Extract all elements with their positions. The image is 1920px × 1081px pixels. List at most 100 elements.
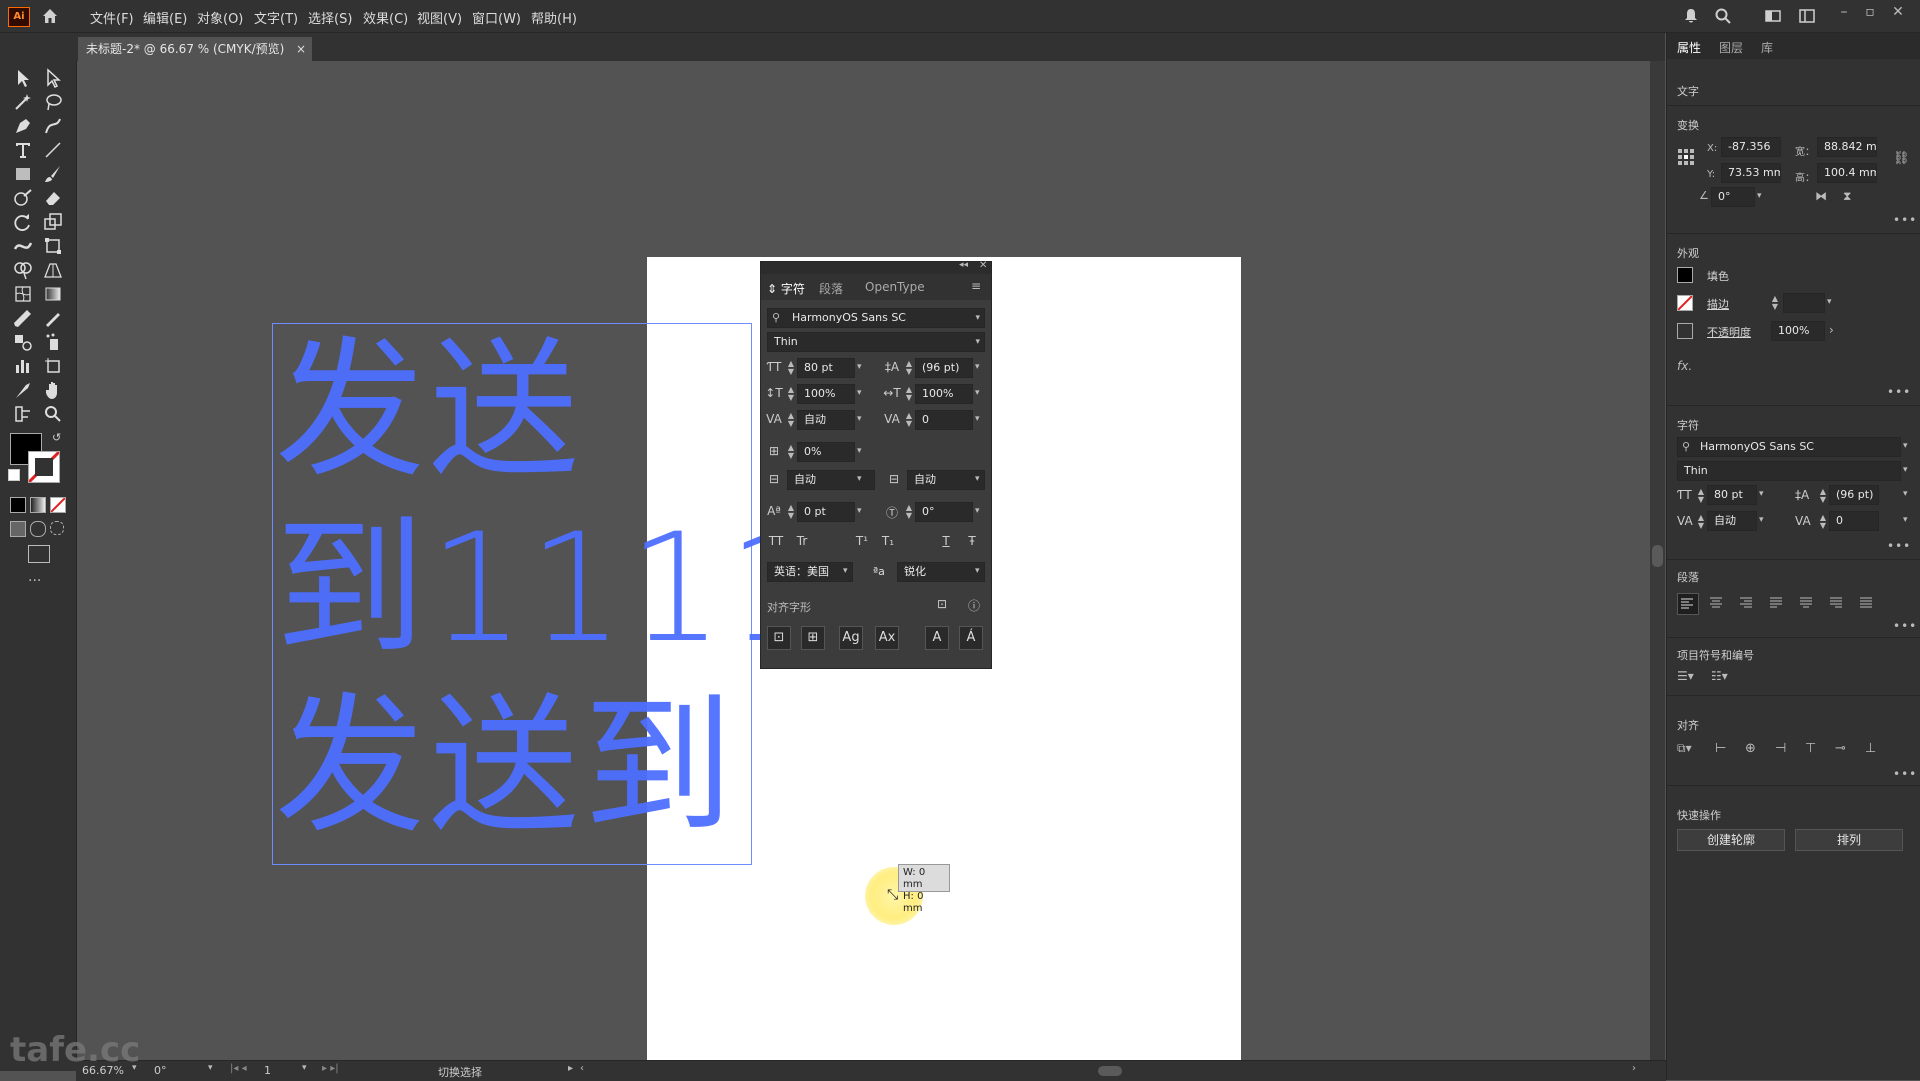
hand-tool-icon[interactable]	[42, 379, 64, 401]
chevron-down-icon[interactable]: ▾	[1827, 297, 1837, 307]
font-family-field[interactable]: ⚲ HarmonyOS Sans SC ▾	[767, 308, 985, 328]
chevron-down-icon[interactable]: ▾	[857, 362, 867, 372]
glyph-settings-icon[interactable]: ⊡	[933, 597, 951, 613]
right-font-size-stepper[interactable]: ▲ ▼	[1697, 488, 1705, 504]
chevron-down-icon[interactable]: ▾	[1903, 489, 1913, 499]
justify-left-button[interactable]	[1767, 593, 1787, 613]
chevron-down-icon[interactable]: ▾	[975, 566, 985, 576]
chevron-down-icon[interactable]: ▾	[1759, 489, 1769, 499]
baseline-stepper[interactable]: ▲ ▼	[787, 504, 795, 520]
line-tool-icon[interactable]	[42, 139, 64, 161]
stroke-color-swatch[interactable]	[1677, 295, 1693, 311]
align-right-button[interactable]	[1737, 593, 1757, 613]
status-menu-arrow-icon[interactable]: ▸	[568, 1063, 573, 1074]
scroll-left-icon[interactable]: ‹	[580, 1063, 584, 1074]
blend-tool-icon[interactable]	[12, 331, 34, 353]
menu-select[interactable]: 选择(S)	[308, 8, 352, 27]
column-graph-tool-icon[interactable]	[12, 355, 34, 377]
tab-layers[interactable]: 图层	[1719, 39, 1743, 56]
chevron-down-icon[interactable]: ▾	[1903, 515, 1913, 525]
chevron-down-icon[interactable]: ▾	[975, 309, 980, 327]
draw-normal-icon[interactable]	[10, 521, 26, 537]
draw-inside-icon[interactable]	[50, 521, 64, 535]
print-tiling-tool-icon[interactable]	[12, 403, 34, 425]
rotate-tool-icon[interactable]	[12, 211, 34, 233]
menu-view[interactable]: 视图(V)	[417, 8, 462, 27]
chevron-down-icon[interactable]: ▾	[302, 1063, 307, 1073]
tab-paragraph[interactable]: 段落	[819, 280, 843, 297]
direct-selection-tool-icon[interactable]	[42, 67, 64, 89]
chevron-down-icon[interactable]: ▾	[975, 388, 985, 398]
create-outlines-button[interactable]: 创建轮廓	[1677, 829, 1785, 851]
curvature-tool-icon[interactable]	[42, 115, 64, 137]
align-left-objects-icon[interactable]: ⊢	[1715, 741, 1726, 756]
kerning-field[interactable]: 自动	[797, 410, 855, 430]
last-artboard-icon[interactable]: ▸ ▸|	[322, 1063, 339, 1074]
vertical-scroll-thumb[interactable]	[1652, 545, 1663, 567]
horizontal-scale-stepper[interactable]: ▲ ▼	[905, 386, 913, 402]
underline-button[interactable]: T	[937, 534, 955, 550]
chevron-down-icon[interactable]: ▾	[1759, 515, 1769, 525]
small-caps-button[interactable]: Tr	[793, 534, 811, 550]
type-tool-icon[interactable]	[12, 139, 34, 161]
right-leading-stepper[interactable]: ▲ ▼	[1819, 488, 1827, 504]
antialias-select[interactable]: 锐化	[897, 562, 985, 582]
home-icon[interactable]	[40, 6, 60, 26]
x-field[interactable]: -87.356	[1721, 137, 1781, 157]
more-options-icon[interactable]: •••	[1887, 385, 1911, 399]
arrange-icon[interactable]	[1798, 7, 1816, 25]
rotation-stepper[interactable]: ▲ ▼	[905, 504, 913, 520]
shaper-tool-icon[interactable]	[12, 187, 34, 209]
leading-field[interactable]: (96 pt)	[915, 358, 973, 378]
tab-properties[interactable]: 属性	[1677, 39, 1701, 56]
eraser-tool-icon[interactable]	[42, 187, 64, 209]
right-font-family-field[interactable]: ⚲ HarmonyOS Sans SC	[1677, 437, 1901, 457]
scale-tool-icon[interactable]	[42, 211, 64, 233]
align-to-icon[interactable]: ⧉▾	[1677, 741, 1692, 756]
menu-effect[interactable]: 效果(C)	[363, 8, 408, 27]
bullet-list-icon[interactable]: ☰▾	[1677, 669, 1694, 683]
horizontal-scroll-thumb[interactable]	[1098, 1066, 1122, 1076]
scroll-right-icon[interactable]: ›	[1632, 1063, 1636, 1074]
snap-baseline-button[interactable]: ⊡	[767, 626, 791, 650]
chevron-down-icon[interactable]: ▾	[975, 362, 985, 372]
more-tools-icon[interactable]: ···	[28, 573, 41, 589]
opacity-field[interactable]: 100%	[1771, 321, 1825, 341]
y-field[interactable]: 73.53 mm	[1721, 163, 1781, 183]
horizontal-scale-field[interactable]: 100%	[915, 384, 973, 404]
superscript-button[interactable]: T¹	[853, 534, 871, 550]
all-caps-button[interactable]: TT	[767, 534, 785, 550]
panel-header[interactable]: ◂◂ ✕	[761, 260, 991, 274]
symbol-sprayer-tool-icon[interactable]	[42, 331, 64, 353]
perspective-grid-tool-icon[interactable]	[42, 259, 64, 281]
chevron-down-icon[interactable]: ▾	[208, 1063, 213, 1073]
snap-xheight-button[interactable]: ⊞	[801, 626, 825, 650]
vertical-scale-stepper[interactable]: ▲ ▼	[787, 386, 795, 402]
font-size-field[interactable]: 80 pt	[797, 358, 855, 378]
font-style-field[interactable]: Thin ▾	[767, 332, 985, 352]
draw-behind-icon[interactable]	[30, 521, 46, 537]
menu-edit[interactable]: 编辑(E)	[143, 8, 187, 27]
workspace-icon[interactable]	[1764, 7, 1782, 25]
align-hcenter-objects-icon[interactable]: ⊕	[1745, 741, 1756, 756]
language-select[interactable]: 英语：美国	[767, 562, 853, 582]
tsume-field[interactable]: 0%	[797, 442, 855, 462]
tab-libraries[interactable]: 库	[1761, 39, 1773, 56]
menu-window[interactable]: 窗口(W)	[472, 8, 521, 27]
fx-icon[interactable]: fx.	[1677, 359, 1692, 373]
chevron-down-icon[interactable]: ▾	[843, 566, 853, 576]
opacity-label[interactable]: 不透明度	[1707, 324, 1751, 340]
chevron-down-icon[interactable]: ▾	[975, 333, 980, 351]
chevron-down-icon[interactable]: ▾	[1903, 441, 1913, 451]
right-kerning-stepper[interactable]: ▲ ▼	[1697, 514, 1705, 530]
snap-anchor-button[interactable]: Á	[959, 626, 983, 650]
right-tracking-stepper[interactable]: ▲ ▼	[1819, 514, 1827, 530]
rotation-field[interactable]: 0°	[915, 502, 973, 522]
right-leading-field[interactable]: (96 pt)	[1829, 485, 1879, 505]
chevron-down-icon[interactable]: ▾	[857, 506, 867, 516]
chevron-down-icon[interactable]: ▾	[975, 506, 985, 516]
snap-glyph-bounds-button[interactable]: Ag	[839, 626, 863, 650]
chevron-right-icon[interactable]: ›	[1829, 323, 1834, 337]
mesh-tool-icon[interactable]	[12, 283, 34, 305]
vertical-scale-field[interactable]: 100%	[797, 384, 855, 404]
